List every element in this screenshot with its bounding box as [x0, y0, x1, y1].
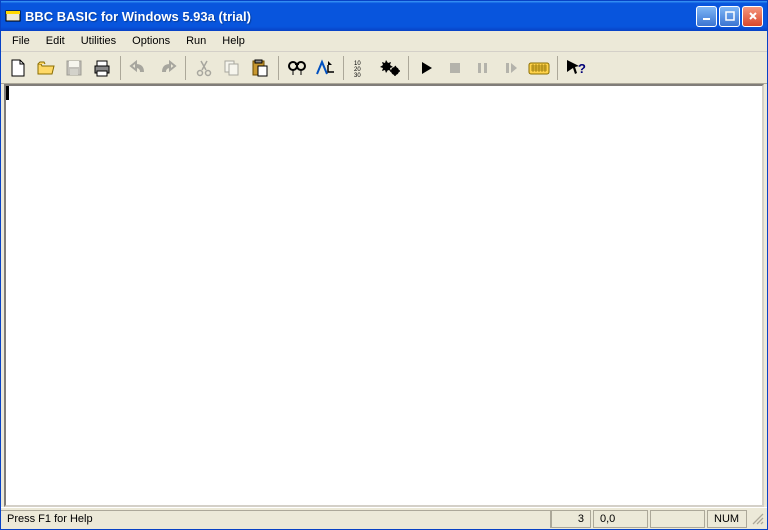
status-line-number: 3 — [551, 510, 591, 528]
renumber-button[interactable]: 102030 — [349, 55, 375, 81]
window-title: BBC BASIC for Windows 5.93a (trial) — [25, 9, 696, 24]
titlebar: BBC BASIC for Windows 5.93a (trial) — [1, 1, 767, 31]
compile-button[interactable] — [377, 55, 403, 81]
stop-button[interactable] — [442, 55, 468, 81]
toolbar-separator — [408, 56, 409, 80]
menu-edit[interactable]: Edit — [39, 33, 72, 49]
open-button[interactable] — [33, 55, 59, 81]
cut-button[interactable] — [191, 55, 217, 81]
run-button[interactable] — [414, 55, 440, 81]
app-window: BBC BASIC for Windows 5.93a (trial) File… — [0, 0, 768, 530]
status-help-text: Press F1 for Help — [1, 510, 551, 528]
toolbar-separator — [185, 56, 186, 80]
toolbar-separator — [557, 56, 558, 80]
print-button[interactable] — [89, 55, 115, 81]
toolbar-separator — [343, 56, 344, 80]
maximize-button[interactable] — [719, 6, 740, 27]
status-numlock: NUM — [707, 510, 747, 528]
menu-help[interactable]: Help — [215, 33, 252, 49]
text-cursor — [6, 86, 9, 100]
save-button[interactable] — [61, 55, 87, 81]
menubar: File Edit Utilities Options Run Help — [1, 31, 767, 52]
status-empty-1 — [650, 510, 705, 528]
toolbar: 102030 ? — [1, 52, 767, 84]
svg-text:?: ? — [578, 61, 586, 76]
code-editor[interactable] — [6, 86, 762, 505]
redo-button[interactable] — [154, 55, 180, 81]
step-button[interactable] — [498, 55, 524, 81]
statusbar: Press F1 for Help 3 0,0 NUM — [1, 507, 767, 529]
find-button[interactable] — [284, 55, 310, 81]
copy-button[interactable] — [219, 55, 245, 81]
immediate-button[interactable] — [526, 55, 552, 81]
paste-button[interactable] — [247, 55, 273, 81]
menu-utilities[interactable]: Utilities — [74, 33, 123, 49]
svg-text:30: 30 — [354, 73, 361, 78]
menu-file[interactable]: File — [5, 33, 37, 49]
toolbar-separator — [278, 56, 279, 80]
window-controls — [696, 6, 763, 27]
minimize-button[interactable] — [696, 6, 717, 27]
undo-button[interactable] — [126, 55, 152, 81]
close-button[interactable] — [742, 6, 763, 27]
editor-area — [4, 84, 764, 507]
status-cursor-pos: 0,0 — [593, 510, 648, 528]
resize-grip[interactable] — [749, 510, 767, 528]
menu-options[interactable]: Options — [125, 33, 177, 49]
replace-button[interactable] — [312, 55, 338, 81]
context-help-button[interactable]: ? — [563, 55, 589, 81]
toolbar-separator — [120, 56, 121, 80]
new-button[interactable] — [5, 55, 31, 81]
app-icon — [5, 8, 21, 24]
menu-run[interactable]: Run — [179, 33, 213, 49]
pause-button[interactable] — [470, 55, 496, 81]
